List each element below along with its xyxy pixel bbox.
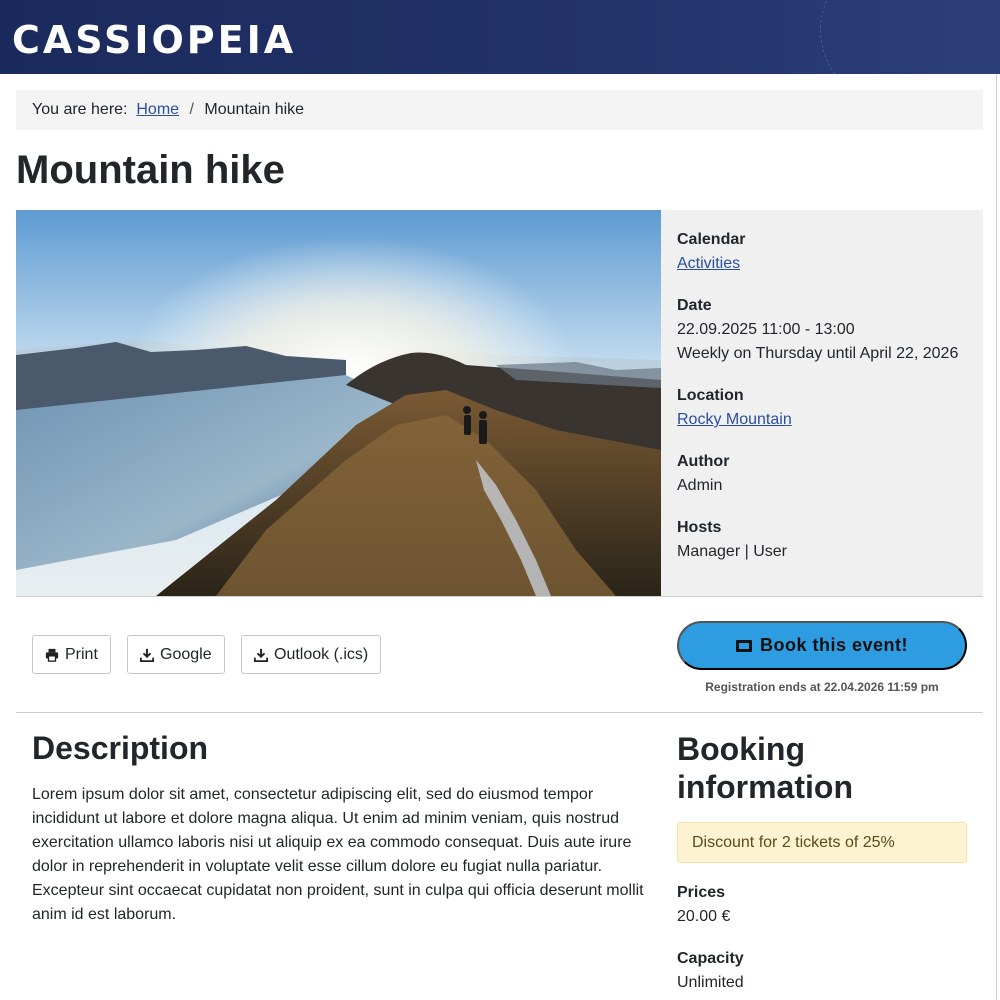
description-heading: Description (32, 730, 209, 766)
printer-icon (45, 648, 59, 662)
print-button-label: Print (65, 646, 98, 663)
breadcrumb: You are here: Home / Mountain hike (16, 90, 983, 130)
location-link[interactable]: Rocky Mountain (677, 411, 792, 428)
breadcrumb-prefix: You are here: (32, 101, 128, 118)
outlook-ics-button[interactable]: Outlook (.ics) (241, 635, 382, 674)
breadcrumb-current: Mountain hike (204, 101, 305, 118)
site-header: CASSIOPEIA (0, 0, 1000, 74)
book-event-button[interactable]: Book this event! (677, 621, 967, 670)
date-info: Date 22.09.2025 11:00 - 13:00 Weekly on … (677, 294, 967, 366)
outlook-button-label: Outlook (.ics) (274, 646, 369, 663)
mountain-landscape-image (16, 210, 661, 596)
breadcrumb-separator: / (189, 101, 194, 118)
prices-label: Prices (677, 884, 726, 901)
discount-alert: Discount for 2 tickets of 25% (677, 822, 967, 863)
download-icon (254, 648, 268, 662)
author-value: Admin (677, 477, 723, 494)
calendar-info: Calendar Activities (677, 228, 967, 276)
google-button-label: Google (160, 646, 212, 663)
calendar-label: Calendar (677, 231, 746, 248)
capacity-value: Unlimited (677, 974, 744, 991)
page-edge (996, 74, 1000, 1000)
prices-value: 20.00 € (677, 908, 731, 925)
location-label: Location (677, 387, 744, 404)
event-image (16, 210, 661, 596)
ticket-icon (735, 639, 752, 652)
booking-heading: Booking information (677, 731, 853, 805)
google-calendar-button[interactable]: Google (127, 635, 225, 674)
author-label: Author (677, 453, 730, 470)
capacity-label: Capacity (677, 950, 744, 967)
event-info-panel: Calendar Activities Date 22.09.2025 11:0… (661, 210, 983, 596)
hosts-label: Hosts (677, 519, 722, 536)
print-button[interactable]: Print (32, 635, 111, 674)
author-info: Author Admin (677, 450, 967, 498)
recurrence-value: Weekly on Thursday until April 22, 2026 (677, 345, 959, 362)
page-title: Mountain hike (16, 148, 285, 192)
header-decoration (820, 0, 1000, 74)
date-value: 22.09.2025 11:00 - 13:00 (677, 321, 855, 338)
site-logo[interactable]: CASSIOPEIA (12, 18, 296, 62)
registration-deadline: Registration ends at 22.04.2026 11:59 pm (705, 680, 939, 694)
hosts-info: Hosts Manager | User (677, 516, 967, 564)
breadcrumb-home-link[interactable]: Home (136, 101, 179, 118)
location-info: Location Rocky Mountain (677, 384, 967, 432)
date-label: Date (677, 297, 712, 314)
calendar-link[interactable]: Activities (677, 255, 740, 272)
divider-bottom (16, 712, 983, 713)
divider-top (16, 596, 983, 597)
description-text: Lorem ipsum dolor sit amet, consectetur … (32, 786, 644, 923)
download-icon (140, 648, 154, 662)
book-button-label: Book this event! (759, 635, 909, 655)
hosts-value: Manager | User (677, 543, 787, 560)
